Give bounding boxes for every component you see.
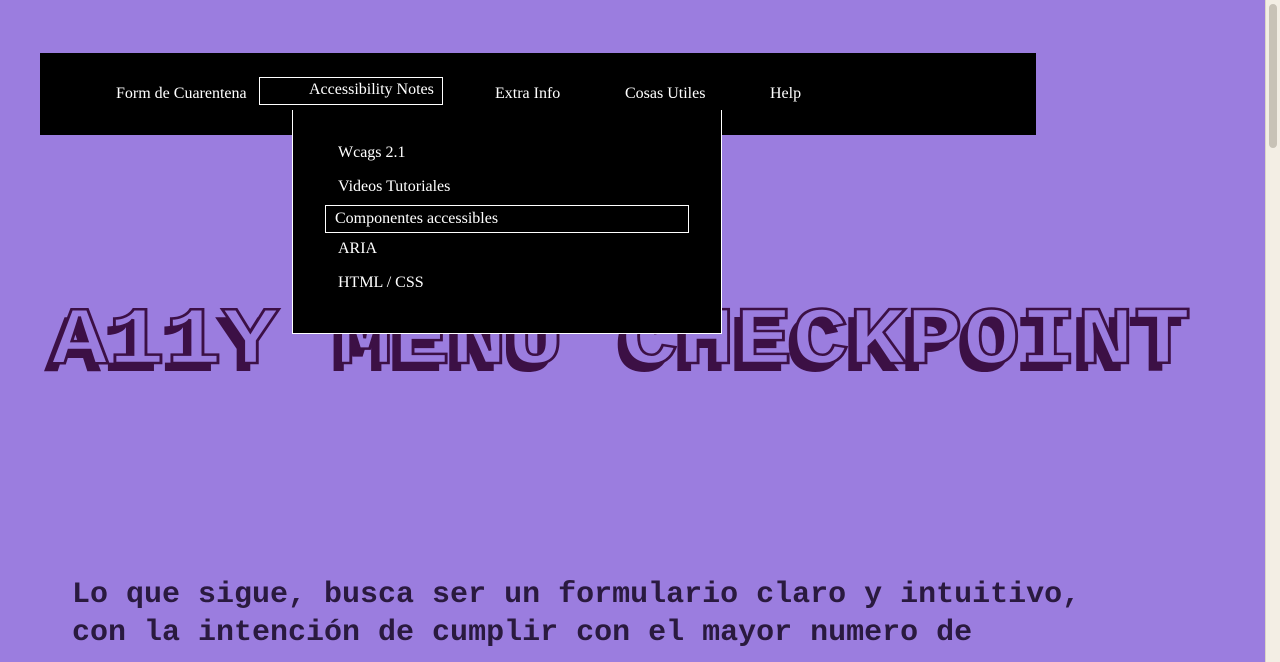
scrollbar-thumb[interactable] [1269, 4, 1277, 148]
accessibility-notes-dropdown: Wcags 2.1 Videos Tutoriales Componentes … [292, 110, 722, 334]
dropdown-item-wcags[interactable]: Wcags 2.1 [338, 144, 406, 162]
intro-paragraph: Lo que sigue, busca ser un formulario cl… [72, 576, 1222, 652]
nav-item-accessibility-notes[interactable]: Accessibility Notes [259, 77, 443, 105]
dropdown-item-videos-tutoriales[interactable]: Videos Tutoriales [338, 178, 450, 196]
dropdown-item-html-css[interactable]: HTML / CSS [338, 274, 424, 292]
nav-item-form-de-cuarentena[interactable]: Form de Cuarentena [116, 85, 247, 103]
intro-line-2: con la intención de cumplir con el mayor… [72, 616, 973, 650]
dropdown-item-componentes-accessibles[interactable]: Componentes accessibles [325, 205, 689, 233]
page-scrollbar[interactable] [1265, 0, 1280, 662]
nav-item-cosas-utiles[interactable]: Cosas Utiles [625, 85, 705, 103]
nav-item-extra-info[interactable]: Extra Info [495, 85, 560, 103]
nav-item-help[interactable]: Help [770, 85, 801, 103]
intro-line-1: Lo que sigue, busca ser un formulario cl… [72, 578, 1081, 612]
dropdown-item-aria[interactable]: ARIA [338, 240, 377, 258]
